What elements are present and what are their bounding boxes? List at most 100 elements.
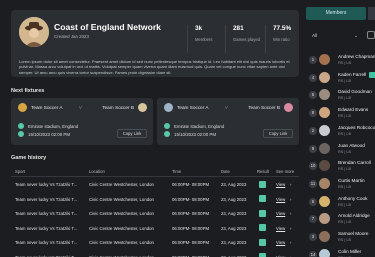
col-time: Time: [172, 169, 182, 174]
chevron-right-icon: ›: [290, 182, 292, 187]
col-location: Location: [89, 169, 105, 174]
col-sport: Sport: [15, 169, 26, 174]
row-location: Civic Centre Westchester, London: [89, 196, 154, 202]
fixture-date-text: 15/10/2023 02:00 PM: [174, 131, 216, 137]
versus-label: V: [79, 105, 82, 110]
fixture-card: Team Soccer A V Team Soccer B Emirate st…: [157, 98, 299, 145]
fixture-card: Team Soccer A V Team Soccer B Emirate st…: [11, 98, 153, 145]
row-location: Civic Centre Westchester, London: [89, 240, 154, 245]
member-avatar: [319, 124, 330, 136]
chevron-down-icon: ⌄: [354, 33, 358, 38]
member-item[interactable]: 8 Edward Evans RS | LB: [303, 104, 375, 122]
panel-tabs: Members: [303, 7, 375, 20]
member-avatar: [319, 231, 330, 242]
member-item[interactable]: 11 Curtis Martin RS | LB: [303, 175, 375, 193]
members-panel: Members All ⌄ 1 Andrew Chapman RS | LB 4…: [303, 0, 375, 257]
member-item[interactable]: 4 Kaden Farrell RS | LB: [303, 69, 375, 87]
member-filter-select[interactable]: All ⌄: [312, 33, 358, 38]
row-sport: Team never lucky Vs Tzatziki T...: [15, 240, 78, 245]
row-sport: Team never lucky Vs Tzatziki T...: [15, 182, 78, 187]
view-link[interactable]: View: [276, 197, 285, 202]
fixture-location: Emirate stadium, England: [164, 123, 224, 129]
chevron-right-icon: ›: [290, 240, 292, 245]
table-row[interactable]: Team never lucky Vs Tzatziki T... Civic …: [11, 235, 299, 250]
row-sport: Team never lucky Vs Tzatziki T...: [15, 211, 78, 216]
team-description: Lorem ipsum dolor sit amet consectetur. …: [19, 59, 290, 75]
tab-next[interactable]: [368, 7, 375, 20]
member-name: Anthony Cook: [338, 195, 368, 201]
row-location: Civic Centre Westchester, London: [89, 225, 154, 231]
member-item[interactable]: 14 Colin Miller RS | LB: [303, 246, 375, 257]
copy-link-button[interactable]: Copy Link: [263, 129, 293, 138]
member-role: RS | LB: [338, 96, 352, 101]
member-item[interactable]: 7 Arnold Aldridge RS | LB: [303, 210, 375, 228]
member-role: RS | LB: [338, 184, 352, 189]
view-link[interactable]: View: [276, 211, 285, 216]
member-number: 7: [309, 215, 317, 224]
member-role: RS | LB: [338, 78, 352, 83]
fixture-team-a: Team Soccer A: [18, 103, 63, 112]
table-row[interactable]: Team never lucky Vs Tzatziki T... Civic …: [11, 192, 299, 207]
view-link[interactable]: View: [276, 240, 285, 245]
table-header: Sport Location Time Date Result See more: [11, 166, 299, 177]
member-name: Jacques Robcoco: [338, 124, 375, 130]
result-badge-icon: [259, 195, 266, 202]
member-avatar: [319, 160, 330, 172]
member-item[interactable]: 6 Anthony Cook RS | LB: [303, 193, 375, 211]
member-role: RS | LB: [338, 202, 352, 207]
member-item[interactable]: 10 Brendan Carroll RS | LB: [303, 157, 375, 175]
filter-icon[interactable]: [367, 31, 375, 39]
result-badge-icon: [259, 209, 266, 217]
team-b-icon: [284, 103, 293, 112]
member-item[interactable]: 9 Juan Atwood RS | LB: [303, 140, 375, 158]
fixture-team-a: Team Soccer A: [164, 103, 209, 112]
stat-label: Games played: [233, 37, 260, 42]
versus-label: V: [225, 105, 228, 110]
member-number: 8: [309, 109, 317, 118]
member-name: Brendan Carroll: [338, 160, 371, 166]
view-link[interactable]: View: [276, 182, 285, 187]
tab-members[interactable]: Members: [306, 7, 366, 20]
member-role: RS | LB: [338, 131, 352, 136]
member-avatar: [319, 195, 330, 207]
row-location: Civic Centre Westchester, London: [89, 182, 154, 187]
location-icon: [18, 123, 24, 129]
fixture-date: 15/10/2023 02:00 PM: [164, 131, 216, 137]
member-name: Colin Miller: [338, 248, 362, 254]
member-item[interactable]: 3 Samuel Moore RS | LB: [303, 228, 375, 246]
location-icon: [164, 123, 170, 129]
table-row[interactable]: Team never lucky Vs Tzatziki T... Civic …: [11, 250, 299, 257]
member-item[interactable]: 2 Jacques Robcoco RS | LB: [303, 122, 375, 140]
member-role: RS | LB: [338, 238, 352, 242]
member-number: 4: [309, 73, 317, 82]
calendar-icon: [18, 131, 24, 137]
member-number: 14: [309, 250, 317, 257]
member-number: 11: [309, 179, 317, 188]
team-header-card: Coast of England Network Created Jan 202…: [11, 10, 299, 77]
result-badge-icon: [259, 238, 266, 246]
result-badge-icon: [259, 253, 266, 257]
result-badge-icon: [259, 180, 266, 188]
table-row[interactable]: Team never lucky Vs Tzatziki T... Civic …: [11, 177, 299, 192]
fixture-location-text: Emirate stadium, England: [28, 123, 79, 129]
view-link[interactable]: View: [276, 226, 285, 231]
team-created: Created Jan 2023: [54, 34, 89, 39]
next-fixtures-title: Next fixtures: [11, 88, 45, 94]
table-row[interactable]: Team never lucky Vs Tzatziki T... Civic …: [11, 206, 299, 221]
game-history-title: Game history: [11, 155, 47, 161]
fixture-location: Emirate stadium, England: [18, 123, 78, 129]
col-see-more: See more: [276, 169, 295, 174]
table-row[interactable]: Team never lucky Vs Tzatziki T... Civic …: [11, 221, 299, 236]
stat-members: 3k Members: [187, 25, 212, 53]
copy-link-button[interactable]: Copy Link: [117, 129, 147, 138]
calendar-icon: [164, 131, 170, 137]
row-date: 23, Aug 2023: [221, 196, 247, 202]
member-item[interactable]: 1 Andrew Chapman RS | LB: [303, 51, 375, 69]
chevron-right-icon: ›: [290, 211, 292, 216]
member-item[interactable]: 5 David Goodman RS | LB: [303, 86, 375, 104]
chevron-right-icon: ›: [290, 196, 292, 202]
member-avatar: [319, 89, 330, 101]
row-sport: Team never lucky Vs Tzatziki T...: [15, 196, 78, 202]
member-name: Samuel Moore: [338, 231, 369, 236]
team-a-icon: [18, 103, 27, 112]
